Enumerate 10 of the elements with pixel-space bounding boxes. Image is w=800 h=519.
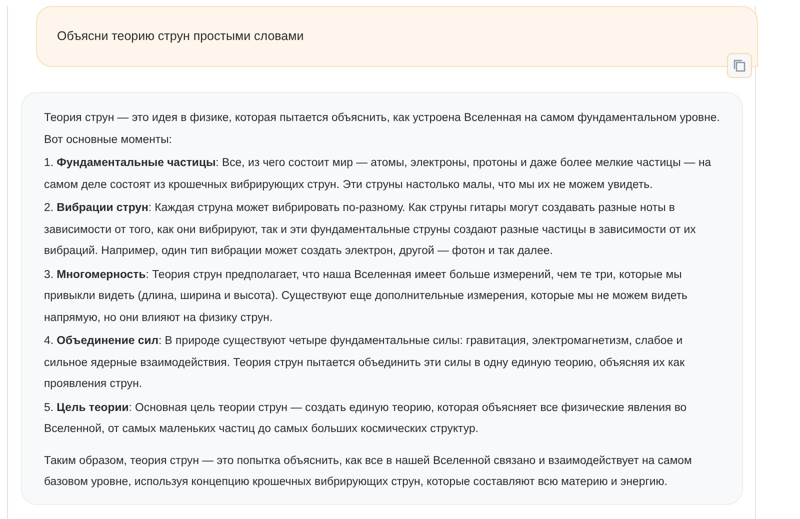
copy-icon <box>733 59 746 72</box>
copy-button[interactable] <box>727 53 752 78</box>
list-item: 3. Многомерность: Теория струн предполагает, что наша Вселенная имеет больше измерений, чем те три, которые мы привыкли видеть (длина, ширина и высота). Существуют еще дополнительные измерения, которые мы не можем видеть напрямую, но они влияют на физику струн. <box>44 268 688 326</box>
answer-paragraph: Таким образом, теория струн — это попытка объяснить, как все в нашей Вселенной связано и взаимодействует на самом базовом уровне, используя концепцию крошечных вибрирующих струн, которые составляют всю материю и энергию. <box>44 454 693 490</box>
list-item: 4. Объединение сил: В природе существуют четыре фундаментальные силы: гравитация, электромагнетизм, слабое и сильное ядерные взаимодействия. Теория струн пытается объединить эти силы в одну единую теорию, объясняя их как проявления струн. <box>44 334 686 392</box>
user-message: Объясни теорию струн простыми словами <box>57 28 304 46</box>
list-item: 5. Цель теории: Основная цель теории струн — создать единую теорию, которая объясняет все физические явления во Вселенной, от самых маленьких частиц до самых больших космических структур. <box>44 400 688 437</box>
answer-paragraph: Теория струн — это идея в физике, которая пытается объяснить, как устроена Вселенная на самом фундаментальном уровне. Вот основные моменты: <box>44 111 721 148</box>
list-item: 1. Фундаментальные частицы: Все, из чего состоит мир — атомы, электроны, протоны и даже более мелкие частицы — на самом деле состоят из крошечных вибрирующих струн. Эти струны настолько малы, что мы их не можем увидеть. <box>44 156 712 192</box>
list-item: 2. Вибрации струн: Каждая струна может вибрировать по-разному. Как струны гитары могут создавать разные ноты в зависимости от того, как они вибрируют, так и эти фундаментальные струны создают разные частицы в зависимости от их вибраций. Например, один тип вибрации может создать электрон, другой — фотон и так далее. <box>44 201 697 259</box>
